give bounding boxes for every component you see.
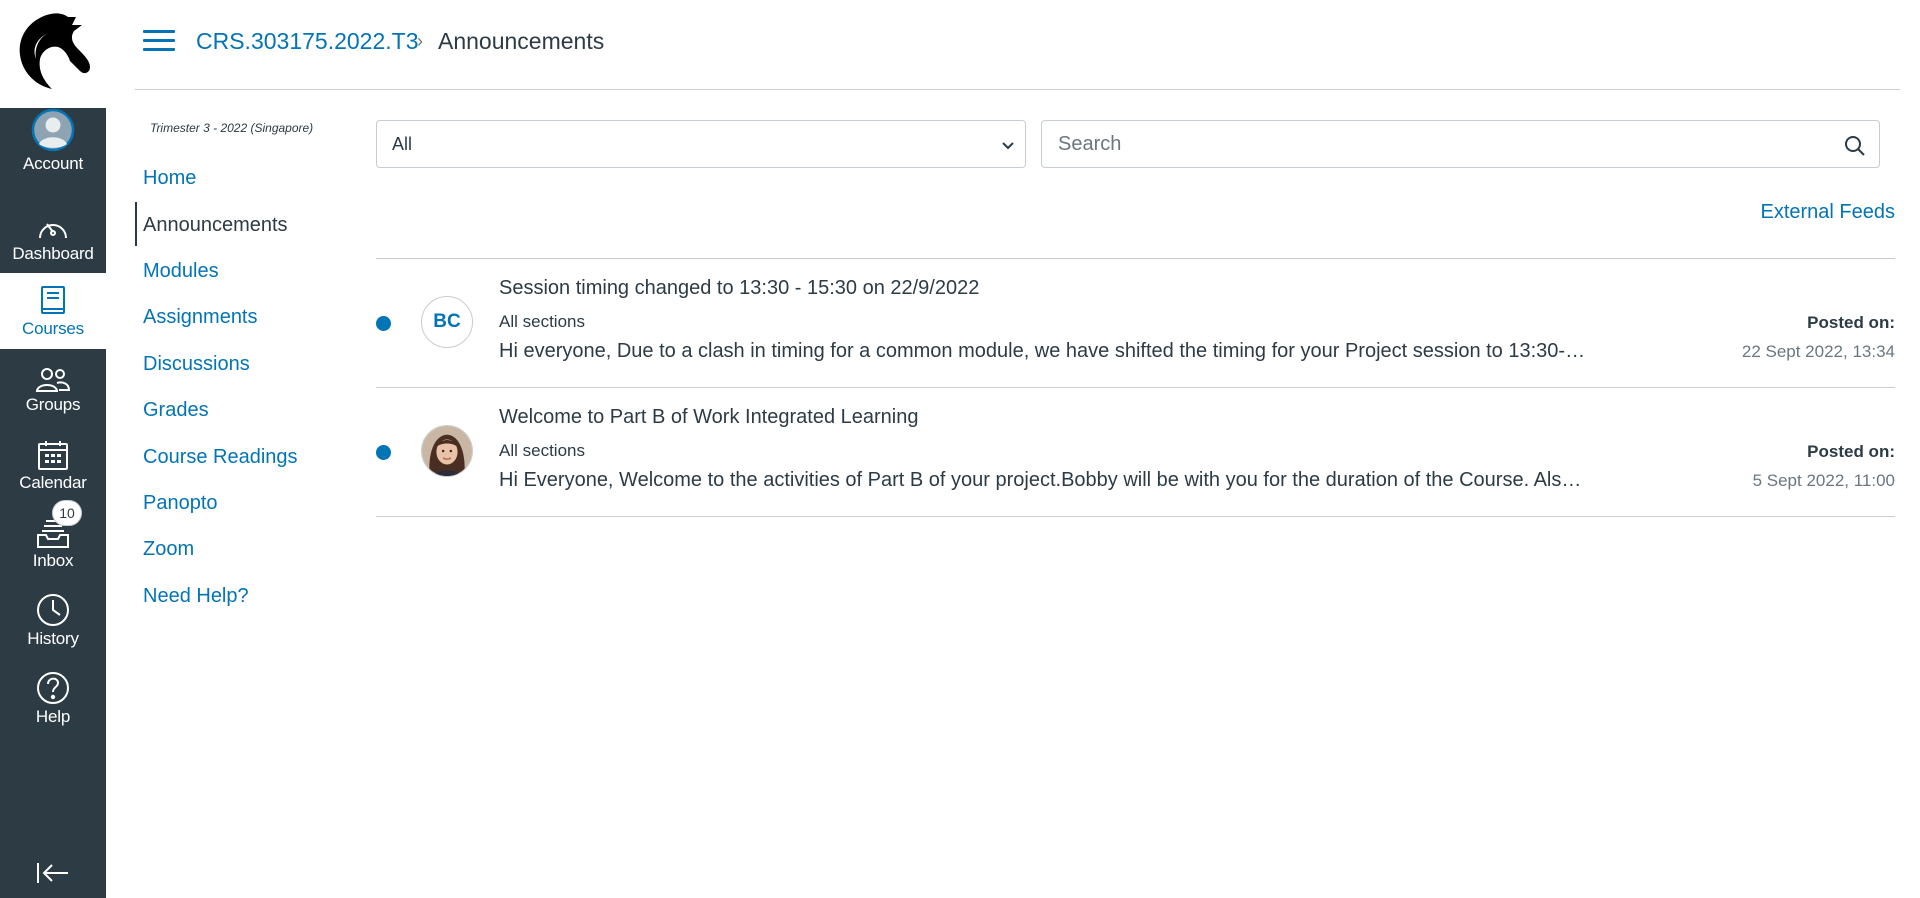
term-label: Trimester 3 - 2022 (Singapore) bbox=[150, 121, 314, 135]
announcement-row[interactable]: BC Session timing changed to 13:30 - 15:… bbox=[376, 259, 1895, 387]
question-icon bbox=[36, 661, 70, 705]
collapse-nav-button[interactable] bbox=[33, 858, 73, 888]
nav-calendar-label: Calendar bbox=[19, 473, 87, 492]
announcement-sections: All sections bbox=[499, 441, 585, 460]
nav-help[interactable]: Help bbox=[0, 661, 106, 737]
course-nav-home[interactable]: Home bbox=[143, 167, 196, 190]
page-header: CRS.303175.2022.T3 › Announcements bbox=[135, 0, 1900, 90]
chevron-down-icon bbox=[1002, 142, 1014, 150]
posted-on-label: Posted on: bbox=[1807, 313, 1895, 332]
nav-help-label: Help bbox=[35, 707, 71, 726]
institution-logo[interactable] bbox=[0, 0, 106, 108]
nav-groups[interactable]: Groups bbox=[0, 349, 106, 425]
horse-logo-icon bbox=[19, 13, 91, 90]
course-nav-assignments[interactable]: Assignments bbox=[143, 306, 258, 329]
book-icon bbox=[39, 273, 67, 317]
nav-account[interactable]: Account bbox=[0, 108, 106, 184]
announcement-row[interactable]: Welcome to Part B of Work Integrated Lea… bbox=[376, 388, 1895, 516]
course-nav-discussions[interactable]: Discussions bbox=[143, 353, 250, 376]
nav-groups-label: Groups bbox=[25, 395, 81, 414]
unread-indicator bbox=[376, 445, 391, 460]
user-photo-icon bbox=[422, 426, 472, 476]
announcement-title[interactable]: Session timing changed to 13:30 - 15:30 … bbox=[499, 277, 979, 300]
search-input[interactable]: Search bbox=[1041, 120, 1880, 168]
section-filter-select[interactable]: All bbox=[376, 120, 1026, 168]
course-nav-need-help[interactable]: Need Help? bbox=[143, 585, 249, 608]
posted-date: 22 Sept 2022, 13:34 bbox=[1741, 342, 1895, 361]
nav-account-label: Account bbox=[22, 154, 84, 173]
unread-indicator bbox=[376, 316, 391, 331]
course-nav-modules[interactable]: Modules bbox=[143, 260, 219, 283]
breadcrumb-current-page: Announcements bbox=[438, 28, 605, 54]
avatar[interactable] bbox=[421, 425, 473, 477]
external-feeds-link[interactable]: External Feeds bbox=[1760, 201, 1895, 224]
nav-history[interactable]: History bbox=[0, 583, 106, 659]
search-placeholder: Search bbox=[1058, 132, 1122, 155]
speedometer-icon bbox=[36, 198, 70, 242]
breadcrumb-course-link[interactable]: CRS.303175.2022.T3 bbox=[196, 28, 419, 55]
nav-history-label: History bbox=[27, 629, 79, 648]
clock-icon bbox=[36, 583, 70, 627]
announcement-snippet: Hi everyone, Due to a clash in timing fo… bbox=[499, 340, 1586, 362]
nav-courses[interactable]: Courses bbox=[0, 273, 106, 349]
search-icon[interactable] bbox=[1843, 134, 1867, 158]
avatar-icon bbox=[31, 108, 75, 152]
nav-dashboard[interactable]: Dashboard bbox=[0, 198, 106, 274]
course-nav-announcements[interactable]: Announcements bbox=[143, 214, 288, 237]
announcement-title[interactable]: Welcome to Part B of Work Integrated Lea… bbox=[499, 406, 918, 429]
course-nav-course-readings[interactable]: Course Readings bbox=[143, 446, 298, 469]
inbox-unread-badge: 10 bbox=[52, 500, 82, 526]
course-nav-zoom[interactable]: Zoom bbox=[143, 538, 194, 561]
announcement-snippet: Hi Everyone, Welcome to the activities o… bbox=[499, 469, 1582, 491]
nav-courses-label: Courses bbox=[22, 319, 84, 338]
calendar-icon bbox=[37, 427, 69, 471]
divider bbox=[376, 516, 1895, 517]
nav-calendar[interactable]: Calendar bbox=[0, 427, 106, 503]
announcement-sections: All sections bbox=[499, 312, 585, 331]
posted-on-label: Posted on: bbox=[1807, 442, 1895, 461]
collapse-arrow-icon bbox=[37, 863, 68, 883]
active-indicator bbox=[135, 202, 137, 246]
avatar[interactable]: BC bbox=[421, 296, 473, 348]
filter-select-value: All bbox=[392, 133, 413, 154]
course-nav-panopto[interactable]: Panopto bbox=[143, 492, 218, 515]
hamburger-menu-button[interactable] bbox=[143, 30, 175, 56]
nav-inbox-label: Inbox bbox=[32, 551, 74, 570]
global-nav: Account Dashboard Courses Groups Calenda… bbox=[0, 0, 106, 898]
breadcrumb-separator: › bbox=[417, 31, 423, 51]
posted-date: 5 Sept 2022, 11:00 bbox=[1752, 471, 1895, 490]
avatar-initials: BC bbox=[433, 311, 461, 332]
course-nav-grades[interactable]: Grades bbox=[143, 399, 209, 422]
people-icon bbox=[35, 349, 71, 393]
nav-dashboard-label: Dashboard bbox=[12, 244, 94, 263]
